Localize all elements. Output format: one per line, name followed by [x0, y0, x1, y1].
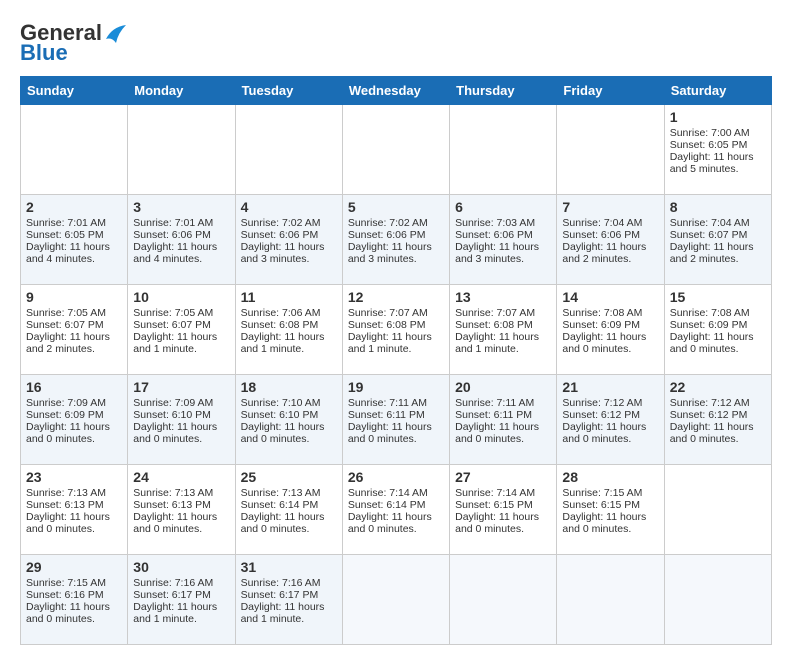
- day-number: 12: [348, 289, 444, 305]
- calendar-cell: 21Sunrise: 7:12 AMSunset: 6:12 PMDayligh…: [557, 375, 664, 465]
- calendar-cell: 17Sunrise: 7:09 AMSunset: 6:10 PMDayligh…: [128, 375, 235, 465]
- calendar-cell: 11Sunrise: 7:06 AMSunset: 6:08 PMDayligh…: [235, 285, 342, 375]
- day-number: 13: [455, 289, 551, 305]
- calendar-cell: 13Sunrise: 7:07 AMSunset: 6:08 PMDayligh…: [450, 285, 557, 375]
- weekday-header-monday: Monday: [128, 77, 235, 105]
- calendar-cell: [557, 555, 664, 645]
- day-number: 22: [670, 379, 766, 395]
- calendar-row: 16Sunrise: 7:09 AMSunset: 6:09 PMDayligh…: [21, 375, 772, 465]
- day-number: 6: [455, 199, 551, 215]
- calendar-row: 29Sunrise: 7:15 AMSunset: 6:16 PMDayligh…: [21, 555, 772, 645]
- empty-cell: [128, 105, 235, 195]
- empty-cell: [557, 105, 664, 195]
- day-number: 18: [241, 379, 337, 395]
- calendar-cell: 26Sunrise: 7:14 AMSunset: 6:14 PMDayligh…: [342, 465, 449, 555]
- calendar-row: 23Sunrise: 7:13 AMSunset: 6:13 PMDayligh…: [21, 465, 772, 555]
- calendar-cell: 12Sunrise: 7:07 AMSunset: 6:08 PMDayligh…: [342, 285, 449, 375]
- day-number: 28: [562, 469, 658, 485]
- day-number: 20: [455, 379, 551, 395]
- calendar-row: 9Sunrise: 7:05 AMSunset: 6:07 PMDaylight…: [21, 285, 772, 375]
- calendar-cell: 3Sunrise: 7:01 AMSunset: 6:06 PMDaylight…: [128, 195, 235, 285]
- calendar-cell: 6Sunrise: 7:03 AMSunset: 6:06 PMDaylight…: [450, 195, 557, 285]
- day-number: 1: [670, 109, 766, 125]
- calendar-cell: 9Sunrise: 7:05 AMSunset: 6:07 PMDaylight…: [21, 285, 128, 375]
- calendar-cell: 8Sunrise: 7:04 AMSunset: 6:07 PMDaylight…: [664, 195, 771, 285]
- empty-cell: [21, 105, 128, 195]
- weekday-header-tuesday: Tuesday: [235, 77, 342, 105]
- calendar-cell: 27Sunrise: 7:14 AMSunset: 6:15 PMDayligh…: [450, 465, 557, 555]
- day-number: 19: [348, 379, 444, 395]
- day-number: 25: [241, 469, 337, 485]
- calendar-row: 2Sunrise: 7:01 AMSunset: 6:05 PMDaylight…: [21, 195, 772, 285]
- calendar-cell: 23Sunrise: 7:13 AMSunset: 6:13 PMDayligh…: [21, 465, 128, 555]
- calendar-cell: 15Sunrise: 7:08 AMSunset: 6:09 PMDayligh…: [664, 285, 771, 375]
- calendar-cell: [450, 555, 557, 645]
- weekday-header-sunday: Sunday: [21, 77, 128, 105]
- day-number: 2: [26, 199, 122, 215]
- day-number: 11: [241, 289, 337, 305]
- calendar-cell: 14Sunrise: 7:08 AMSunset: 6:09 PMDayligh…: [557, 285, 664, 375]
- day-number: 31: [241, 559, 337, 575]
- day-number: 14: [562, 289, 658, 305]
- day-number: 5: [348, 199, 444, 215]
- day-number: 29: [26, 559, 122, 575]
- calendar-cell: 16Sunrise: 7:09 AMSunset: 6:09 PMDayligh…: [21, 375, 128, 465]
- calendar-cell: 30Sunrise: 7:16 AMSunset: 6:17 PMDayligh…: [128, 555, 235, 645]
- calendar-cell: 19Sunrise: 7:11 AMSunset: 6:11 PMDayligh…: [342, 375, 449, 465]
- calendar-cell: 24Sunrise: 7:13 AMSunset: 6:13 PMDayligh…: [128, 465, 235, 555]
- calendar-row: 1Sunrise: 7:00 AMSunset: 6:05 PMDaylight…: [21, 105, 772, 195]
- calendar-cell: 18Sunrise: 7:10 AMSunset: 6:10 PMDayligh…: [235, 375, 342, 465]
- day-number: 15: [670, 289, 766, 305]
- header-row: SundayMondayTuesdayWednesdayThursdayFrid…: [21, 77, 772, 105]
- calendar-cell: 5Sunrise: 7:02 AMSunset: 6:06 PMDaylight…: [342, 195, 449, 285]
- day-number: 9: [26, 289, 122, 305]
- weekday-header-thursday: Thursday: [450, 77, 557, 105]
- logo: General Blue: [20, 20, 128, 66]
- empty-cell: [235, 105, 342, 195]
- calendar-cell: 1Sunrise: 7:00 AMSunset: 6:05 PMDaylight…: [664, 105, 771, 195]
- day-number: 4: [241, 199, 337, 215]
- calendar-cell: 4Sunrise: 7:02 AMSunset: 6:06 PMDaylight…: [235, 195, 342, 285]
- calendar-cell: 20Sunrise: 7:11 AMSunset: 6:11 PMDayligh…: [450, 375, 557, 465]
- weekday-header-friday: Friday: [557, 77, 664, 105]
- day-number: 3: [133, 199, 229, 215]
- weekday-header-wednesday: Wednesday: [342, 77, 449, 105]
- day-number: 16: [26, 379, 122, 395]
- calendar-cell: 22Sunrise: 7:12 AMSunset: 6:12 PMDayligh…: [664, 375, 771, 465]
- header: General Blue: [20, 20, 772, 66]
- calendar-cell: [664, 555, 771, 645]
- calendar-cell: [342, 555, 449, 645]
- day-number: 26: [348, 469, 444, 485]
- calendar-cell: [664, 465, 771, 555]
- day-number: 21: [562, 379, 658, 395]
- day-number: 17: [133, 379, 229, 395]
- day-number: 8: [670, 199, 766, 215]
- calendar-table: SundayMondayTuesdayWednesdayThursdayFrid…: [20, 76, 772, 645]
- day-number: 24: [133, 469, 229, 485]
- logo-bird-icon: [104, 25, 126, 43]
- calendar-cell: 28Sunrise: 7:15 AMSunset: 6:15 PMDayligh…: [557, 465, 664, 555]
- logo-blue-text: Blue: [20, 40, 68, 66]
- day-number: 23: [26, 469, 122, 485]
- weekday-header-saturday: Saturday: [664, 77, 771, 105]
- empty-cell: [342, 105, 449, 195]
- day-number: 10: [133, 289, 229, 305]
- empty-cell: [450, 105, 557, 195]
- calendar-cell: 7Sunrise: 7:04 AMSunset: 6:06 PMDaylight…: [557, 195, 664, 285]
- calendar-cell: 31Sunrise: 7:16 AMSunset: 6:17 PMDayligh…: [235, 555, 342, 645]
- calendar-cell: 10Sunrise: 7:05 AMSunset: 6:07 PMDayligh…: [128, 285, 235, 375]
- day-number: 30: [133, 559, 229, 575]
- calendar-cell: 2Sunrise: 7:01 AMSunset: 6:05 PMDaylight…: [21, 195, 128, 285]
- day-number: 27: [455, 469, 551, 485]
- calendar-cell: 29Sunrise: 7:15 AMSunset: 6:16 PMDayligh…: [21, 555, 128, 645]
- calendar-cell: 25Sunrise: 7:13 AMSunset: 6:14 PMDayligh…: [235, 465, 342, 555]
- day-number: 7: [562, 199, 658, 215]
